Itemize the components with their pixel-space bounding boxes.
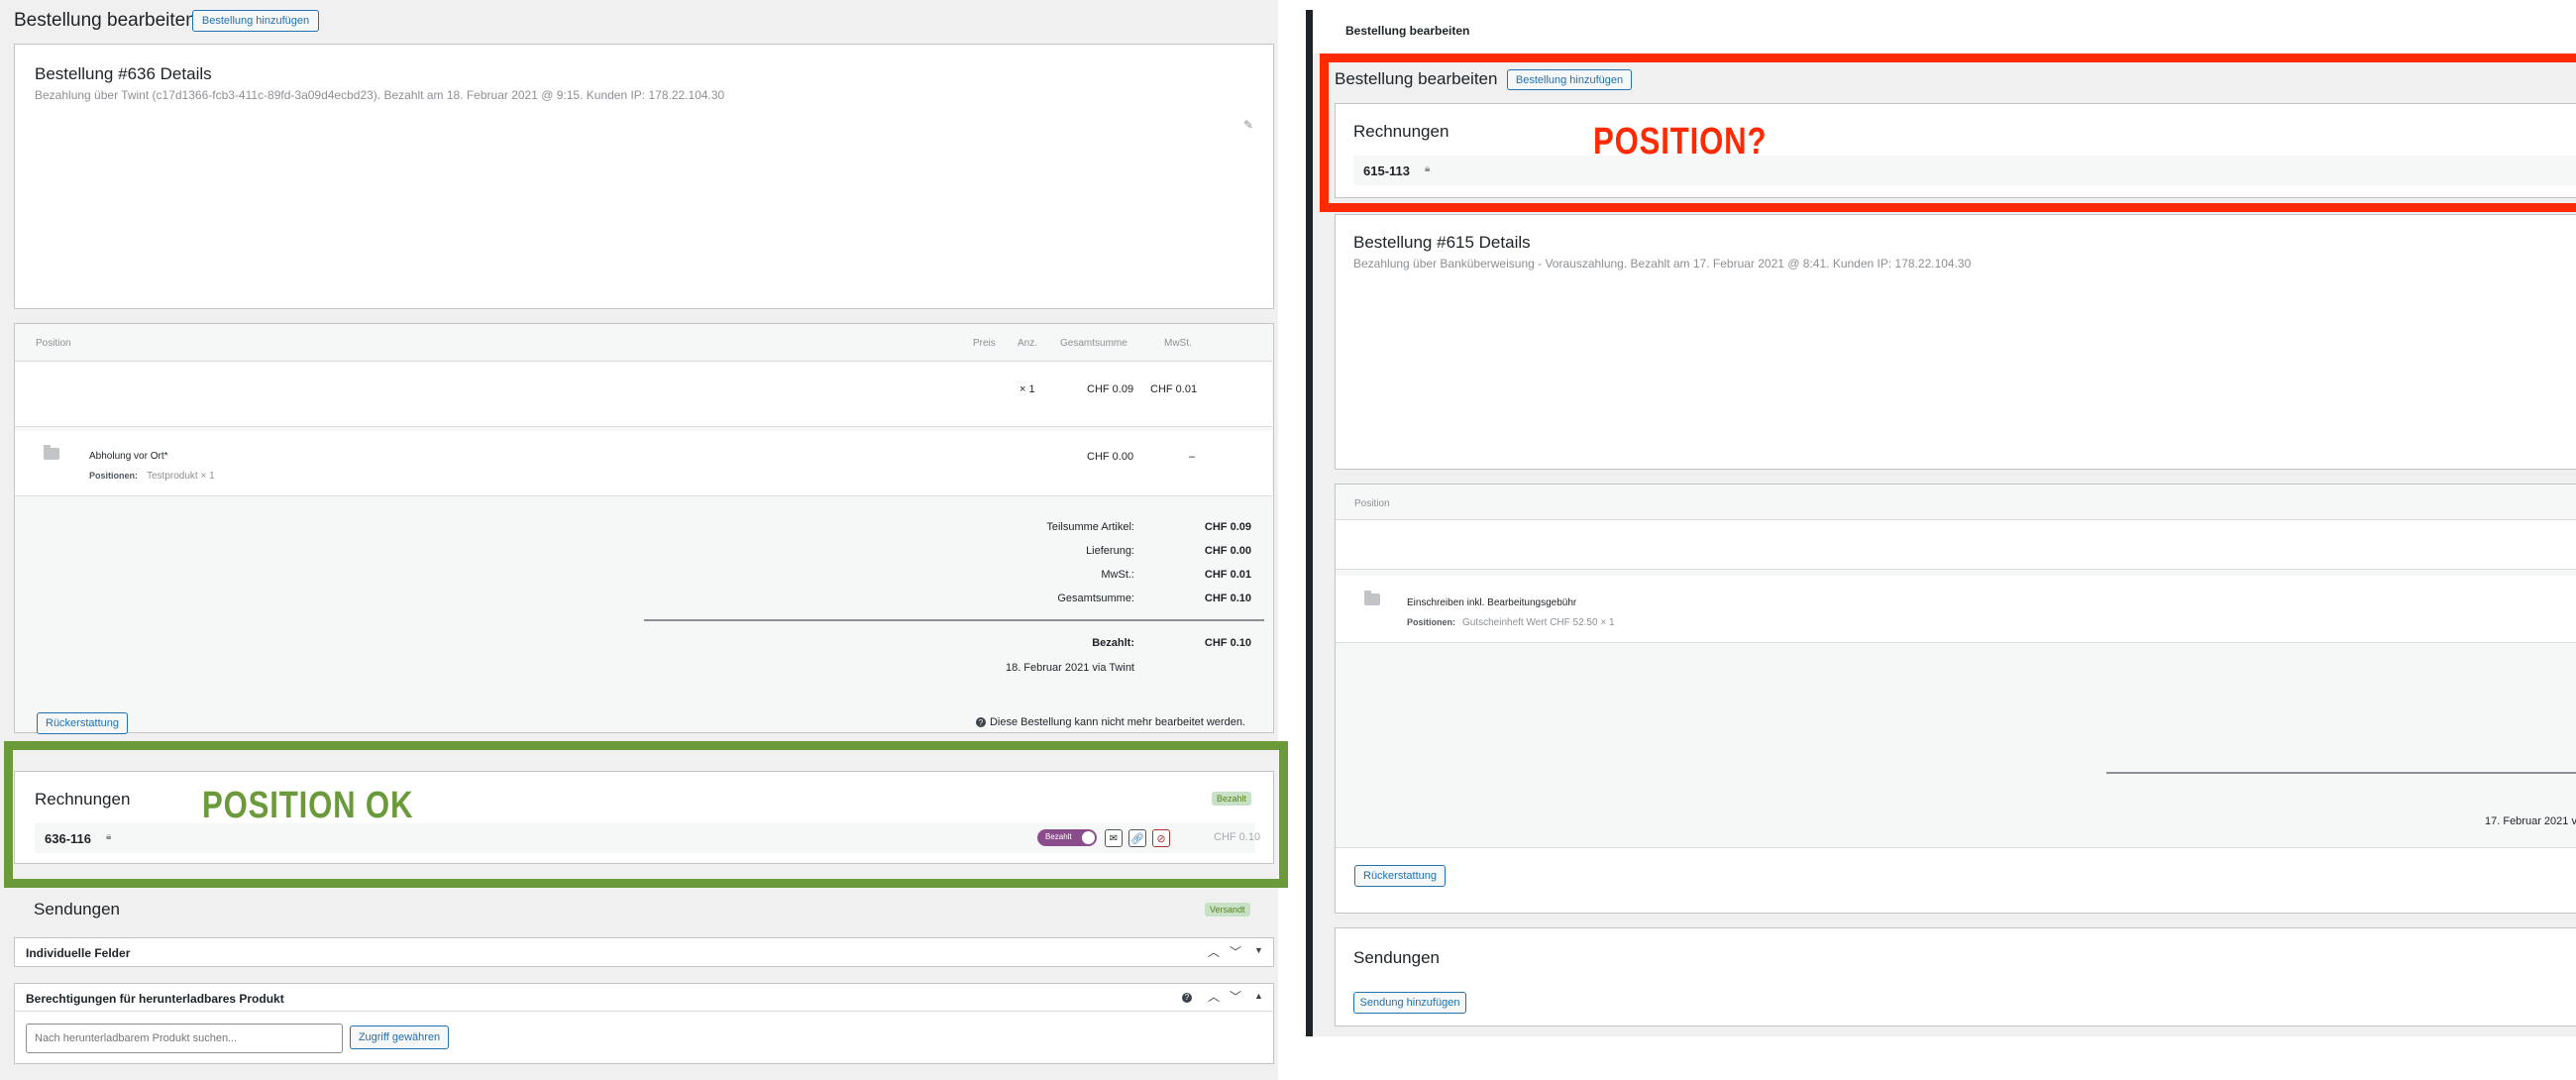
right-item-name: Einschreiben inkl. Bearbeitungsgebühr xyxy=(1407,597,1577,608)
right-item-row: Einschreiben inkl. Bearbeitungsgebühr Po… xyxy=(1336,576,2576,643)
right-shipments-title: Sendungen xyxy=(1353,948,1440,967)
folder-icon xyxy=(44,445,59,460)
refund-button[interactable]: Rückerstattung xyxy=(37,712,128,734)
order-details-title: Bestellung #636 Details xyxy=(35,64,212,83)
col-tax: MwSt. xyxy=(1164,338,1192,349)
right-order-details-panel: Bestellung #615 Details Bezahlung über B… xyxy=(1335,214,2576,470)
totals-subtotal-value: CHF 0.09 xyxy=(1204,521,1251,533)
right-col-position: Position xyxy=(1354,498,1390,509)
paid-value: CHF 0.10 xyxy=(1204,637,1251,649)
toggle-arrow-icon[interactable]: ▲ xyxy=(1254,991,1263,1001)
toggle-arrow-icon[interactable]: ▼ xyxy=(1254,945,1263,955)
annotation-alert-frame xyxy=(1320,54,2576,212)
shipping-positions-label: Positionen: xyxy=(89,471,138,481)
order-details-meta: Bezahlung über Twint (c17d1366-fcb3-411c… xyxy=(35,88,725,102)
right-order-details-title: Bestellung #615 Details xyxy=(1353,233,1531,252)
right-top-title: Bestellung bearbeiten xyxy=(1345,24,1470,38)
item-qty: × 1 xyxy=(1020,383,1035,395)
left-screenshot: Bestellung bearbeiten Bestellung hinzufü… xyxy=(0,0,1288,1080)
order-items-panel: Position Preis Anz. Gesamtsumme MwSt. × … xyxy=(14,323,1274,734)
right-refund-area xyxy=(1336,847,2576,913)
help-icon: ? xyxy=(975,717,986,727)
not-editable-notice: ? Diese Bestellung kann nicht mehr bearb… xyxy=(975,716,1245,728)
shipments-badge: Versandt xyxy=(1205,903,1250,917)
totals-shipping-value: CHF 0.00 xyxy=(1204,545,1251,557)
folder-icon xyxy=(1364,591,1380,605)
not-editable-text: Diese Bestellung kann nicht mehr bearbei… xyxy=(989,716,1245,728)
shipping-tax: – xyxy=(1189,451,1196,463)
totals-grand-label: Gesamtsumme: xyxy=(1057,593,1134,604)
right-paid-date: 17. Februar 2021 via B xyxy=(2485,815,2576,827)
help-icon[interactable]: ? xyxy=(1182,993,1192,1003)
downloads-title: Berechtigungen für herunterladbares Prod… xyxy=(26,992,284,1006)
shipping-total: CHF 0.00 xyxy=(1087,451,1134,463)
custom-fields-title: Individuelle Felder xyxy=(26,946,131,960)
totals-shipping-label: Lieferung: xyxy=(1086,545,1134,557)
shipping-positions-value: Testprodukt × 1 xyxy=(147,471,215,482)
paid-label: Bezahlt: xyxy=(1092,637,1134,649)
downloads-panel: Berechtigungen für herunterladbares Prod… xyxy=(14,983,1274,1064)
order-details-panel: Bestellung #636 Details Bezahlung über T… xyxy=(14,44,1274,309)
right-refund-button[interactable]: Rückerstattung xyxy=(1354,865,1446,887)
pencil-icon[interactable]: ✎ xyxy=(1243,118,1253,132)
right-item-spacer xyxy=(1336,520,2576,570)
shipments-title: Sendungen xyxy=(34,900,120,918)
right-item-positions-value: Gutscheinheft Wert CHF 52.50 × 1 xyxy=(1462,617,1615,628)
right-order-details-meta: Bezahlung über Banküberweisung - Vorausz… xyxy=(1353,257,1972,270)
right-topbar: Bestellung bearbeiten xyxy=(1313,10,2576,54)
chevron-down-icon[interactable]: ﹀ xyxy=(1230,988,1241,1005)
chevron-up-icon[interactable]: ︿ xyxy=(1208,988,1220,1005)
paid-date: 18. Februar 2021 via Twint xyxy=(1005,662,1134,674)
annotation-question-text: POSITION? xyxy=(1593,121,1768,162)
chevron-down-icon[interactable]: ﹀ xyxy=(1230,943,1241,960)
totals-divider xyxy=(644,619,1264,621)
item-tax: CHF 0.01 xyxy=(1150,383,1198,395)
totals-subtotal-label: Teilsumme Artikel: xyxy=(1046,521,1134,533)
right-item-positions-label: Positionen: xyxy=(1407,617,1455,627)
totals-grand-value: CHF 0.10 xyxy=(1204,593,1251,604)
right-order-items-panel: Position Einschreiben inkl. Bearbeitungs… xyxy=(1335,484,2576,914)
custom-fields-panel[interactable]: Individuelle Felder ︿ ﹀ ▼ xyxy=(14,937,1274,967)
chevron-up-icon[interactable]: ︿ xyxy=(1208,943,1220,960)
add-shipment-button[interactable]: Sendung hinzufügen xyxy=(1353,992,1466,1014)
right-totals-divider xyxy=(2106,772,2576,774)
add-order-button[interactable]: Bestellung hinzufügen xyxy=(192,10,319,32)
annotation-ok-text: POSITION OK xyxy=(202,785,414,826)
totals-tax-label: MwSt.: xyxy=(1101,569,1134,581)
right-items-header-row: Position xyxy=(1336,485,2576,520)
shipping-name: Abholung vor Ort* xyxy=(89,451,168,462)
items-header-row: Position Preis Anz. Gesamtsumme MwSt. xyxy=(15,324,1272,362)
col-position: Position xyxy=(36,338,71,349)
col-price: Preis xyxy=(973,338,996,349)
item-row: × 1 CHF 0.09 CHF 0.01 xyxy=(15,362,1272,427)
right-screenshot: Bestellung bearbeiten Bestellung bearbei… xyxy=(1306,10,2576,1036)
right-shipments-panel: Sendungen Sendung hinzufügen xyxy=(1335,927,2576,1026)
totals-tax-value: CHF 0.01 xyxy=(1204,569,1251,581)
downloads-header: Berechtigungen für herunterladbares Prod… xyxy=(15,984,1272,1012)
page-title: Bestellung bearbeiten xyxy=(14,10,196,31)
item-total: CHF 0.09 xyxy=(1087,383,1134,395)
grant-access-button[interactable]: Zugriff gewähren xyxy=(350,1026,449,1049)
shipping-row: Abholung vor Ort* Positionen: Testproduk… xyxy=(15,431,1272,496)
col-total: Gesamtsumme xyxy=(1060,338,1127,349)
annotation-ok-frame xyxy=(4,741,1288,888)
download-product-search-input[interactable] xyxy=(26,1024,343,1053)
col-qty: Anz. xyxy=(1018,338,1038,349)
